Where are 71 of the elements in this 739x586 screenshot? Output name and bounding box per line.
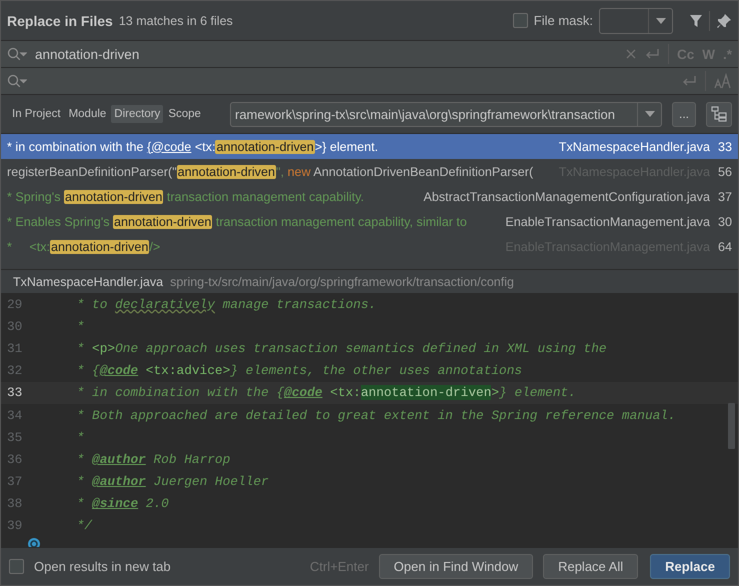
code-line: * in combination with the {@code <tx:annotation-driven>} element. [76,385,576,400]
scope-tab[interactable]: Module [66,105,110,123]
code-line: * @author Juergen Hoeller [76,474,269,490]
file-mask-checkbox[interactable] [512,13,528,28]
result-line-number: 37 [718,190,732,204]
result-file: TxNamespaceHandler.java [558,140,710,154]
result-line-number: 30 [718,214,732,228]
match-highlight: annotation-driven [64,190,164,204]
code-line: * @since 2.0 [76,496,169,512]
line-number: 33 [6,385,24,400]
browse-button[interactable]: ... [672,102,696,126]
line-number: 29 [6,296,24,312]
code-line: * Both approached are detailed to great extent in the Spring reference manual. [76,408,676,423]
line-number: 35 [6,430,24,445]
class-gutter-icon[interactable] [27,536,41,547]
match-highlight: annotation-driven [50,240,150,254]
code-line: * to declaratively manage transactions. [76,296,376,312]
file-mask-dropdown[interactable] [599,8,673,34]
new-tab-checkbox[interactable] [9,559,24,574]
result-row[interactable]: * Spring's annotation-driven transaction management capability. AbstractTransactionManagementConfiguration.java 37 [1,184,738,209]
result-file: EnableTransactionManagement.java [505,214,710,228]
preserve-case-icon[interactable] [714,73,732,89]
filter-icon[interactable] [689,14,703,28]
scope-tab[interactable]: In Project [9,105,64,123]
scope-tab[interactable]: Directory [111,105,164,123]
code-line: */ [76,518,92,534]
dialog-button[interactable]: Open in Find Window [378,554,534,579]
file-mask-label: File mask: [534,13,593,28]
match-highlight: annotation-driven [176,164,276,178]
code-line: * [76,318,84,334]
search-icon[interactable] [7,74,27,88]
group-by-tree-button[interactable] [706,102,732,126]
result-row[interactable]: * in combination with the {@code <tx:annotation-driven>} element. TxNamespaceHandler.java 33 [1,134,738,159]
line-number: 30 [6,318,24,334]
match-highlight: annotation-driven [215,140,315,154]
line-number: 38 [6,496,24,512]
new-tab-label: Open results in new tab [34,559,171,574]
dropdown-caret-icon[interactable] [644,111,654,117]
result-line-number: 56 [718,164,732,178]
scope-tab[interactable]: Scope [165,105,204,123]
code-line: * <p>One approach uses transaction semantics defined in XML using the [76,340,607,356]
newline-icon[interactable] [644,47,660,61]
code-line: * @author Rob Harrop [76,452,230,467]
line-number: 32 [6,363,24,378]
scrollbar-thumb[interactable] [728,403,735,449]
match-highlight: annotation-driven [113,214,212,228]
match-summary: 13 matches in 6 files [118,14,234,28]
line-number: 31 [6,340,24,356]
tree-icon [711,106,727,122]
replace-button[interactable]: Replace [650,554,730,579]
result-row[interactable]: * Enables Spring's annotation-driven transaction management capability, similar to EnableTransactionManagement.java 30 [1,209,738,234]
replace-field[interactable] [1,68,738,95]
result-line-number: 64 [718,240,732,254]
preview-file-path: spring-tx/src/main/java/org/springframework/transaction/config [170,274,514,288]
line-number: 39 [6,518,24,534]
dropdown-caret-icon[interactable] [656,18,666,24]
pin-icon[interactable] [716,12,732,28]
result-file: AbstractTransactionManagementConfiguration.java [423,190,710,204]
line-number: 34 [6,408,24,423]
clear-icon[interactable] [626,49,636,59]
code-line: * {@code <tx:advice>} elements, the other uses annotations [76,363,522,378]
line-number: 37 [6,474,24,490]
line-number: 36 [6,452,24,467]
preview-file-name: TxNamespaceHandler.java [13,274,164,288]
directory-field[interactable]: ramework\spring-tx\src\main\java\org\springframework\transaction [230,102,662,126]
code-line: * [76,430,84,445]
result-line-number: 33 [718,140,732,154]
dialog-button[interactable]: Replace All [543,554,638,579]
search-icon[interactable] [7,47,27,61]
newline-icon[interactable] [681,74,697,88]
dialog-title: Replace in Files [7,12,113,28]
